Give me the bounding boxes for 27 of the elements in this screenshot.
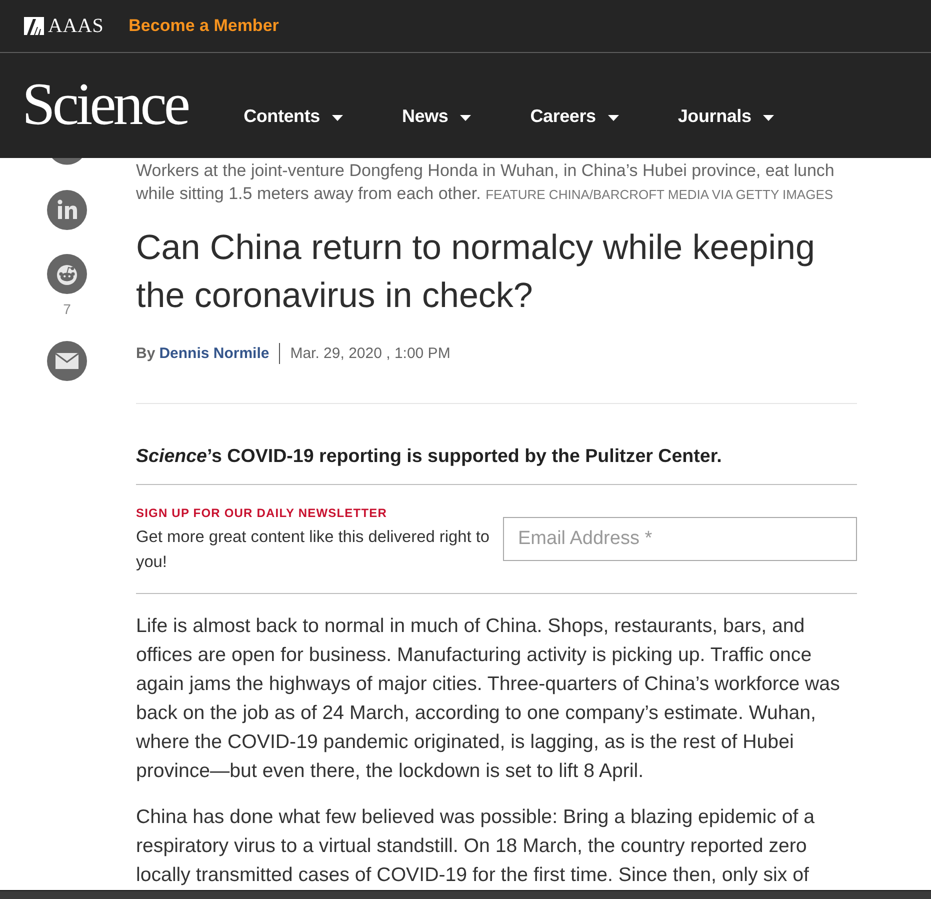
nav-menu-button[interactable]: News <box>402 106 472 127</box>
nav-menu-button[interactable]: Journals <box>678 106 774 127</box>
publish-date: Mar. 29, 2020 , 1:00 PM <box>290 344 450 362</box>
share-count: 7 <box>62 301 72 317</box>
reddit-icon[interactable] <box>47 254 87 294</box>
body-paragraph: China has done what few believed was possible: Bring a blazing epidemic of a respiratory virus to a virtual standstill. On 18 March, the country reported zero locally transmitted cases of COVID-19 for the first time. Since then, only six of <box>136 805 816 888</box>
caret-icon <box>608 114 619 120</box>
caret-icon <box>332 114 343 120</box>
logo-mark-icon <box>24 17 44 35</box>
nav-menu-button[interactable]: Careers <box>530 106 619 127</box>
newsletter-heading: SIGN UP FOR OUR DAILY NEWSLETTER <box>136 505 388 521</box>
linkedin-icon[interactable] <box>47 190 87 230</box>
support-note: Science’s COVID-19 reporting is supported by the Pulitzer Center. <box>136 444 723 468</box>
science-logo[interactable]: Science <box>22 74 188 134</box>
caret-icon <box>763 114 774 120</box>
newsletter-description: Get more great content like this delivered right to you! <box>136 527 490 573</box>
aaas-logo[interactable]: AAAS <box>24 14 104 38</box>
envelope-icon[interactable] <box>47 341 87 381</box>
author-link[interactable]: Dennis Normile <box>159 344 270 362</box>
email-field[interactable]: Email Address * <box>503 517 857 561</box>
article-title: Can China return to normalcy while keeping the coronavirus in check? <box>136 227 816 317</box>
body-paragraph: Life is almost back to normal in much of China. Shops, restaurants, bars, and offices are open for business. Manufacturing activity is picking up. Traffic once again jams the highways of major cities. Three-quarters of China’s workforce was back on the job as of 24 March, according to one company’s estimate. Wuhan, where the COVID-19 pandemic originated, is lagging, as is the rest of Hubei province—but even there, the lockdown is set to lift 8 April. <box>136 614 841 784</box>
caret-icon <box>460 114 472 120</box>
byline-prefix: By <box>136 344 156 362</box>
become-member-link[interactable]: Become a Member <box>128 16 279 36</box>
photo-caption: Workers at the joint-venture Dongfeng Honda in Wuhan, in China’s Hubei province, eat lunch while sitting 1.5 meters away from each other. FEATURE CHINA/BARCROFT MEDIA VIA GETTY IMAGES <box>136 160 836 205</box>
nav-menu-button[interactable]: Contents <box>244 106 343 127</box>
